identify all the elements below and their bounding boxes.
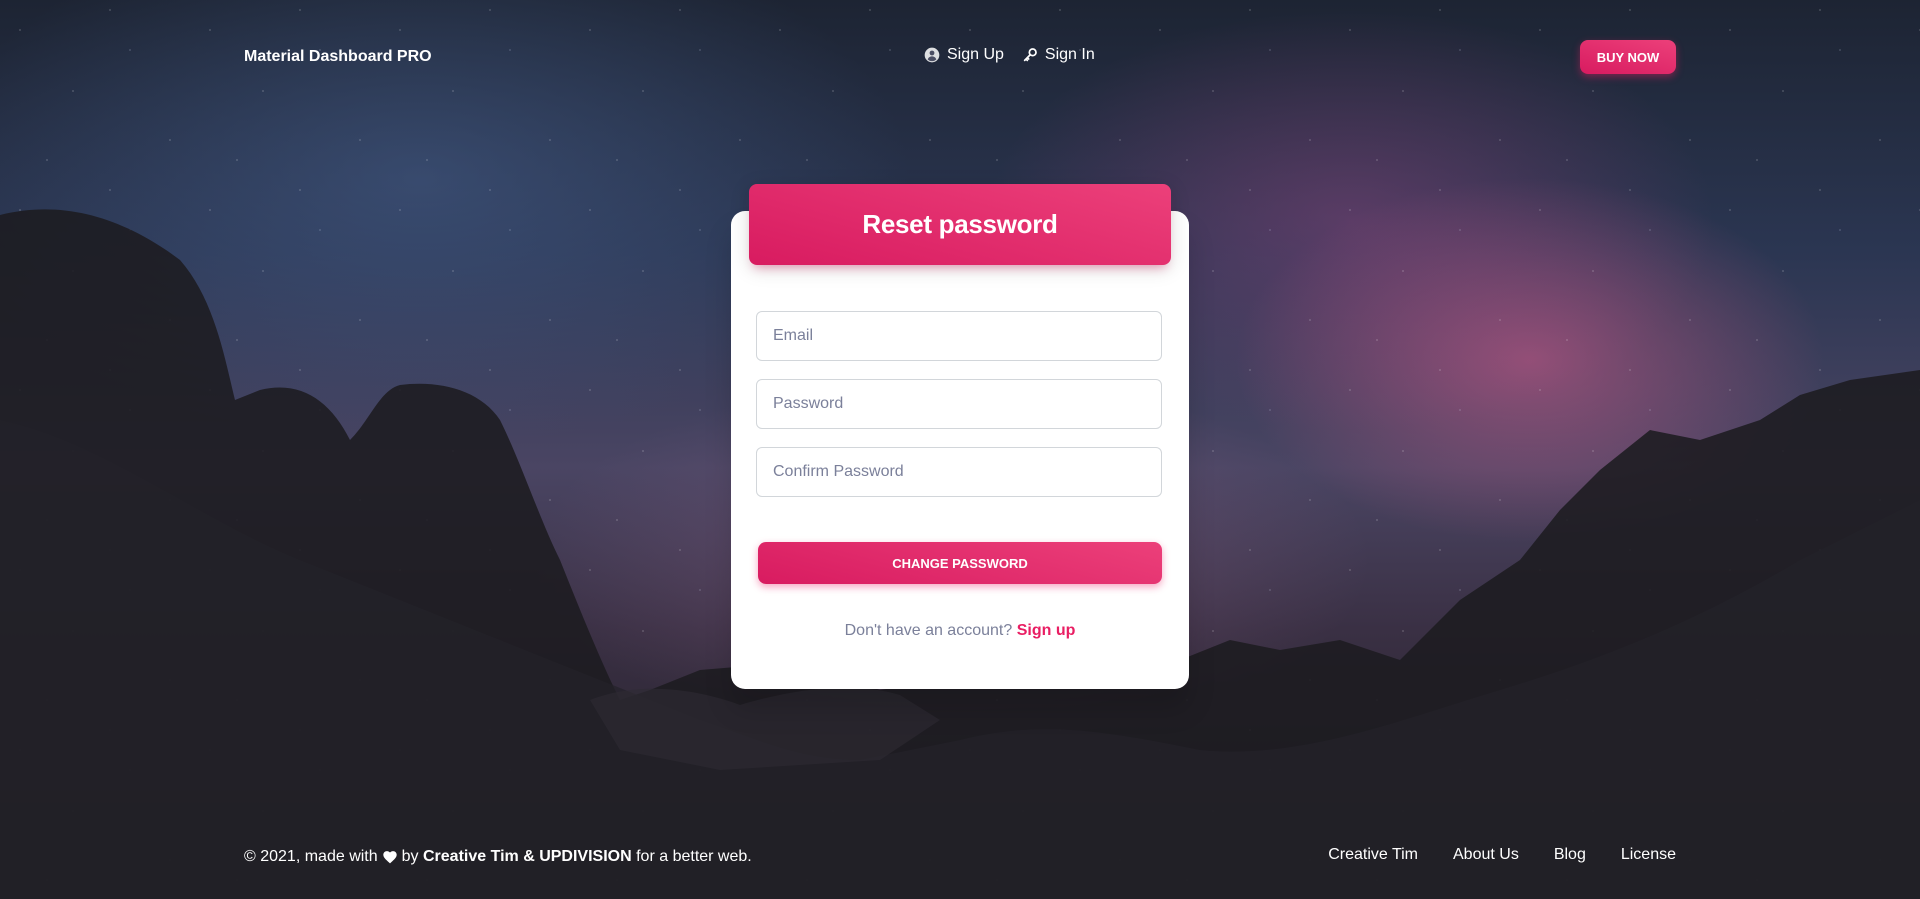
- card-title: Reset password: [862, 209, 1058, 239]
- card-header: Reset password: [749, 184, 1171, 265]
- signup-row: Don't have an account? Sign up: [731, 622, 1189, 640]
- top-navbar: Material Dashboard PRO Sign Up Sign In B…: [244, 40, 1676, 74]
- footer-link-creative-tim[interactable]: Creative Tim: [1328, 846, 1418, 864]
- nav-links: Sign Up Sign In: [924, 46, 1095, 64]
- account-circle-icon: [924, 47, 940, 63]
- footer-links: Creative Tim About Us Blog License: [1328, 846, 1676, 864]
- signup-link[interactable]: Sign up: [1017, 622, 1076, 639]
- copyright-prefix: © 2021, made with: [244, 848, 378, 865]
- signup-prompt: Don't have an account?: [844, 622, 1013, 639]
- footer-link-license[interactable]: License: [1621, 846, 1676, 864]
- footer-link-blog[interactable]: Blog: [1554, 846, 1586, 864]
- reset-password-card: Reset password CHANGE PASSWORD Don't hav…: [731, 184, 1189, 689]
- nav-link-sign-up[interactable]: Sign Up: [924, 46, 1004, 64]
- confirm-password-field[interactable]: [756, 447, 1162, 497]
- nav-link-label: Sign In: [1044, 46, 1095, 63]
- heart-icon: [382, 851, 397, 864]
- key-icon: [1023, 48, 1037, 62]
- change-password-button[interactable]: CHANGE PASSWORD: [758, 542, 1162, 584]
- copyright-by: by: [401, 848, 419, 865]
- copyright: © 2021, made with by Creative Tim & UPDI…: [244, 848, 752, 866]
- copyright-authors: Creative Tim & UPDIVISION: [423, 848, 632, 865]
- copyright-suffix: for a better web.: [636, 848, 752, 865]
- buy-now-button[interactable]: BUY NOW: [1580, 40, 1676, 74]
- footer-link-about-us[interactable]: About Us: [1453, 846, 1519, 864]
- nav-link-label: Sign Up: [947, 46, 1004, 63]
- password-field[interactable]: [756, 379, 1162, 429]
- brand-link[interactable]: Material Dashboard PRO: [244, 48, 432, 66]
- email-field[interactable]: [756, 311, 1162, 361]
- nav-link-sign-in[interactable]: Sign In: [1022, 46, 1095, 64]
